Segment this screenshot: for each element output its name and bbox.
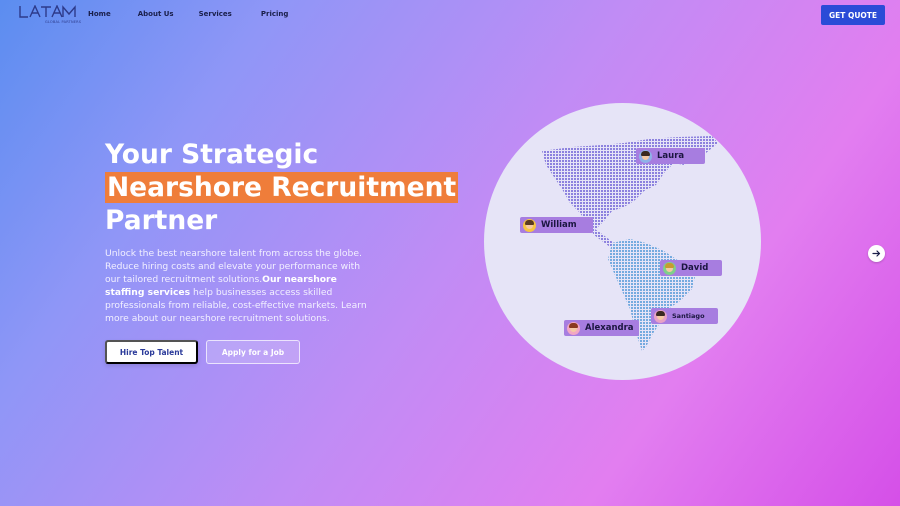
avatar [567,321,580,335]
person-name: Santiago [672,312,705,320]
avatar [663,261,676,275]
apply-for-job-button[interactable]: Apply for a Job [206,340,300,364]
top-navigation: GLOBAL PARTNERS Home About Us Services P… [0,0,900,30]
map-label-laura: Laura [636,148,705,164]
avatar [523,218,536,232]
person-name: William [541,220,577,230]
hero-title: Your Strategic Nearshore Recruitment Par… [105,138,485,237]
hero-title-line-1: Your Strategic [105,139,319,170]
nav-links: Home About Us Services Pricing [88,10,315,18]
arrow-right-icon [872,250,881,257]
nav-about-us[interactable]: About Us [138,10,174,18]
hero-subtitle: Unlock the best nearshore talent from ac… [105,247,377,326]
map-label-santiago: Santiago [651,308,718,324]
company-logo[interactable]: GLOBAL PARTNERS [19,5,81,27]
map-label-william: William [520,217,593,233]
map-label-alexandra: Alexandra [564,320,639,336]
nav-services[interactable]: Services [199,10,232,18]
person-name: Alexandra [585,323,634,333]
americas-map: Laura William David Santiago Alexandra [484,103,761,380]
get-quote-button[interactable]: GET QUOTE [821,5,885,25]
next-slide-button[interactable] [868,245,885,262]
avatar [654,309,667,323]
hire-top-talent-button[interactable]: Hire Top Talent [105,340,198,364]
person-name: Laura [657,151,685,161]
hero-title-line-3: Partner [105,205,218,236]
map-label-david: David [660,260,722,276]
avatar [639,149,652,163]
person-name: David [681,263,709,273]
americas-map-graphic [542,136,718,351]
logo-subtext: GLOBAL PARTNERS [45,20,82,24]
nav-home[interactable]: Home [88,10,111,18]
nav-pricing[interactable]: Pricing [261,10,289,18]
logo-mark [19,5,76,18]
hero-title-highlight: Nearshore Recruitment [105,172,459,203]
